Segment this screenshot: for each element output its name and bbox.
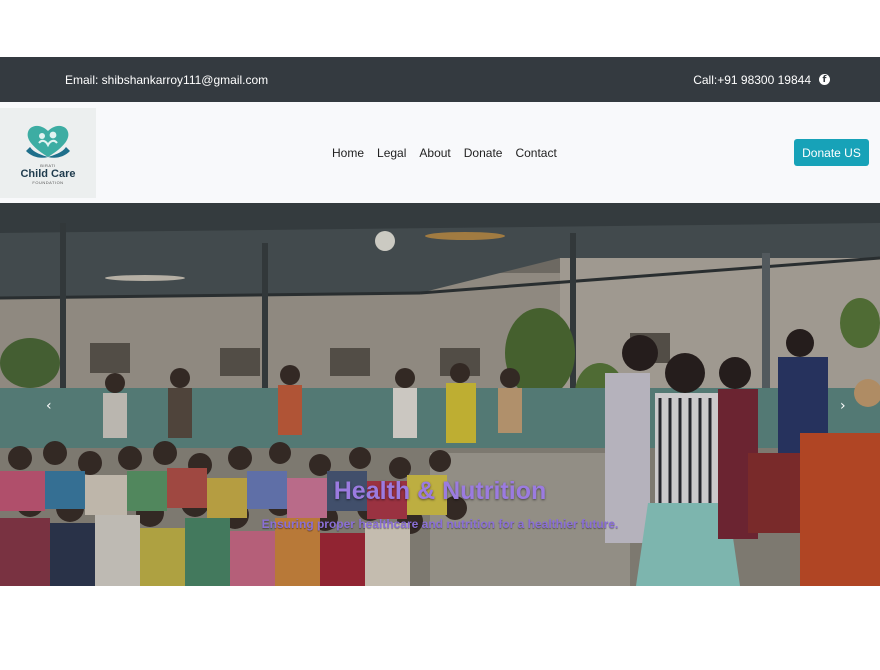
phone-text[interactable]: Call:+91 98300 19844 [693, 73, 811, 87]
page: Email: shibshankarroy111@gmail.com Call:… [0, 0, 880, 670]
heart-hands-icon [26, 125, 70, 158]
donate-us-button[interactable]: Donate US [794, 139, 869, 166]
hero-subtitle: Ensuring proper healthcare and nutrition… [261, 517, 619, 531]
nav-contact[interactable]: Contact [515, 146, 556, 160]
chevron-right-icon[interactable]: › [840, 398, 852, 418]
nav-about[interactable]: About [419, 146, 450, 160]
facebook-icon[interactable]: f [819, 74, 830, 85]
hero-title: Health & Nutrition [333, 477, 547, 505]
logo-line-2: Child Care [20, 168, 76, 180]
topbar-right: Call:+91 98300 19844 f [693, 73, 830, 87]
main-nav: Home Legal About Donate Contact [332, 102, 557, 203]
nav-donate[interactable]: Donate [464, 146, 503, 160]
hero-carousel: ‹ › Health & Nutrition Ensuring proper h… [0, 203, 880, 586]
email-text[interactable]: Email: shibshankarroy111@gmail.com [65, 73, 268, 87]
logo-line-3: FOUNDATION [32, 180, 64, 185]
navbar: BIRATI Child Care FOUNDATION Home Legal … [0, 102, 880, 203]
nav-home[interactable]: Home [332, 146, 364, 160]
chevron-left-icon[interactable]: ‹ [46, 398, 58, 418]
site-logo[interactable]: BIRATI Child Care FOUNDATION [0, 108, 96, 198]
top-contact-bar: Email: shibshankarroy111@gmail.com Call:… [0, 57, 880, 102]
nav-legal[interactable]: Legal [377, 146, 406, 160]
